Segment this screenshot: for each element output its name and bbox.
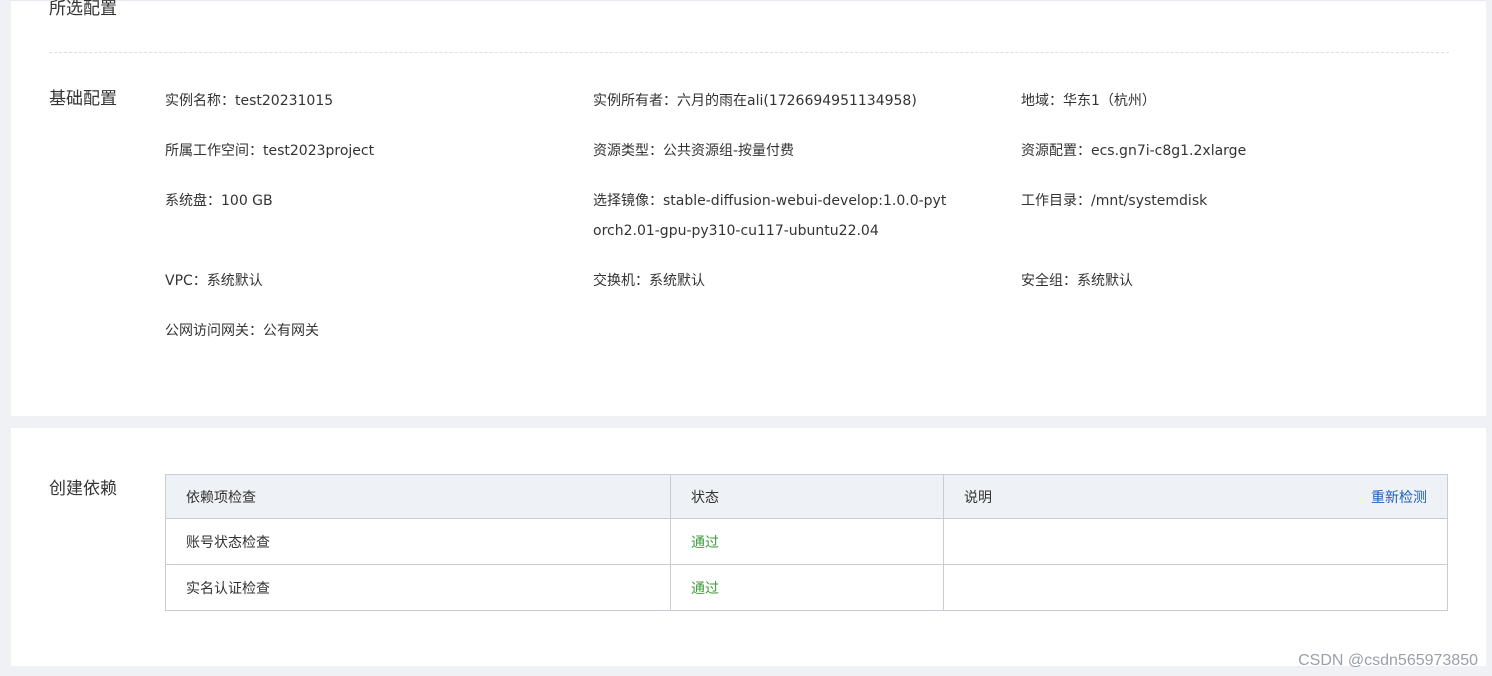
table-row: 实名认证检查 通过 [165, 564, 1448, 611]
dependency-panel: 创建依赖 依赖项检查 状态 说明 重新检测 账号状态检查 通过 实名认证检查 通… [11, 428, 1486, 666]
field-region: 地域：华东1（杭州） [1021, 86, 1455, 136]
field-vpc: VPC：系统默认 [165, 266, 593, 316]
field-public-gateway: 公网访问网关：公有网关 [165, 316, 593, 366]
config-panel: 所选配置 基础配置 实例名称：test20231015 实例所有者：六月的雨在a… [11, 0, 1486, 416]
field-value: ecs.gn7i-c8g1.2xlarge [1091, 143, 1247, 159]
field-label: 工作目录： [1021, 193, 1091, 209]
field-value: 公有网关 [263, 323, 319, 339]
row-item: 账号状态检查 [165, 518, 671, 565]
field-value: 系统默认 [1077, 273, 1133, 289]
watermark: CSDN @csdn565973850 [1298, 652, 1478, 669]
field-label: 公网访问网关： [165, 323, 263, 339]
field-label: 资源类型： [593, 143, 663, 159]
field-label: 所属工作空间： [165, 143, 263, 159]
table-row: 账号状态检查 通过 [165, 518, 1448, 565]
field-value: test20231015 [235, 93, 334, 109]
section-divider [49, 52, 1449, 53]
field-value: 系统默认 [649, 273, 705, 289]
field-value: 六月的雨在ali(1726694951134958) [677, 93, 917, 109]
row-note [943, 518, 1448, 565]
field-switch: 交换机：系统默认 [593, 266, 1021, 316]
field-value: /mnt/systemdisk [1091, 193, 1208, 209]
field-value: 公共资源组-按量付费 [663, 143, 795, 159]
field-system-disk: 系统盘：100 GB [165, 186, 593, 266]
basic-config-title: 基础配置 [49, 89, 117, 109]
header-note: 说明 重新检测 [943, 474, 1448, 519]
dependency-title: 创建依赖 [49, 479, 117, 499]
basic-config-grid: 实例名称：test20231015 实例所有者：六月的雨在ali(1726694… [165, 86, 1455, 366]
dependency-table: 依赖项检查 状态 说明 重新检测 账号状态检查 通过 实名认证检查 通过 [165, 474, 1448, 611]
recheck-link[interactable]: 重新检测 [1371, 487, 1427, 507]
field-label: 安全组： [1021, 273, 1077, 289]
row-status: 通过 [670, 564, 944, 611]
field-value: 系统默认 [206, 273, 263, 289]
field-work-dir: 工作目录：/mnt/systemdisk [1021, 186, 1455, 266]
field-value: test2023project [263, 143, 375, 159]
field-label: 实例名称： [165, 93, 235, 109]
field-label: 交换机： [593, 273, 649, 289]
header-item: 依赖项检查 [165, 474, 671, 519]
row-note [943, 564, 1448, 611]
field-instance-name: 实例名称：test20231015 [165, 86, 593, 136]
field-label: VPC： [165, 273, 207, 289]
row-item: 实名认证检查 [165, 564, 671, 611]
field-label: 系统盘： [165, 193, 221, 209]
field-resource-type: 资源类型：公共资源组-按量付费 [593, 136, 1021, 186]
header-status: 状态 [670, 474, 944, 519]
field-value: 100 GB [221, 193, 273, 209]
field-instance-owner: 实例所有者：六月的雨在ali(1726694951134958) [593, 86, 1021, 136]
table-header-row: 依赖项检查 状态 说明 重新检测 [165, 474, 1448, 519]
field-resource-config: 资源配置：ecs.gn7i-c8g1.2xlarge [1021, 136, 1455, 186]
field-label: 实例所有者： [593, 93, 677, 109]
field-workspace: 所属工作空间：test2023project [165, 136, 593, 186]
field-label: 地域： [1021, 93, 1063, 109]
selected-config-title: 所选配置 [49, 0, 117, 19]
field-label: 选择镜像： [593, 193, 663, 209]
header-note-label: 说明 [964, 489, 992, 506]
field-value: 华东1（杭州） [1063, 93, 1156, 109]
field-label: 资源配置： [1021, 143, 1091, 159]
field-image: 选择镜像：stable-diffusion-webui-develop:1.0.… [593, 186, 953, 266]
row-status: 通过 [670, 518, 944, 565]
field-security-group: 安全组：系统默认 [1021, 266, 1455, 316]
